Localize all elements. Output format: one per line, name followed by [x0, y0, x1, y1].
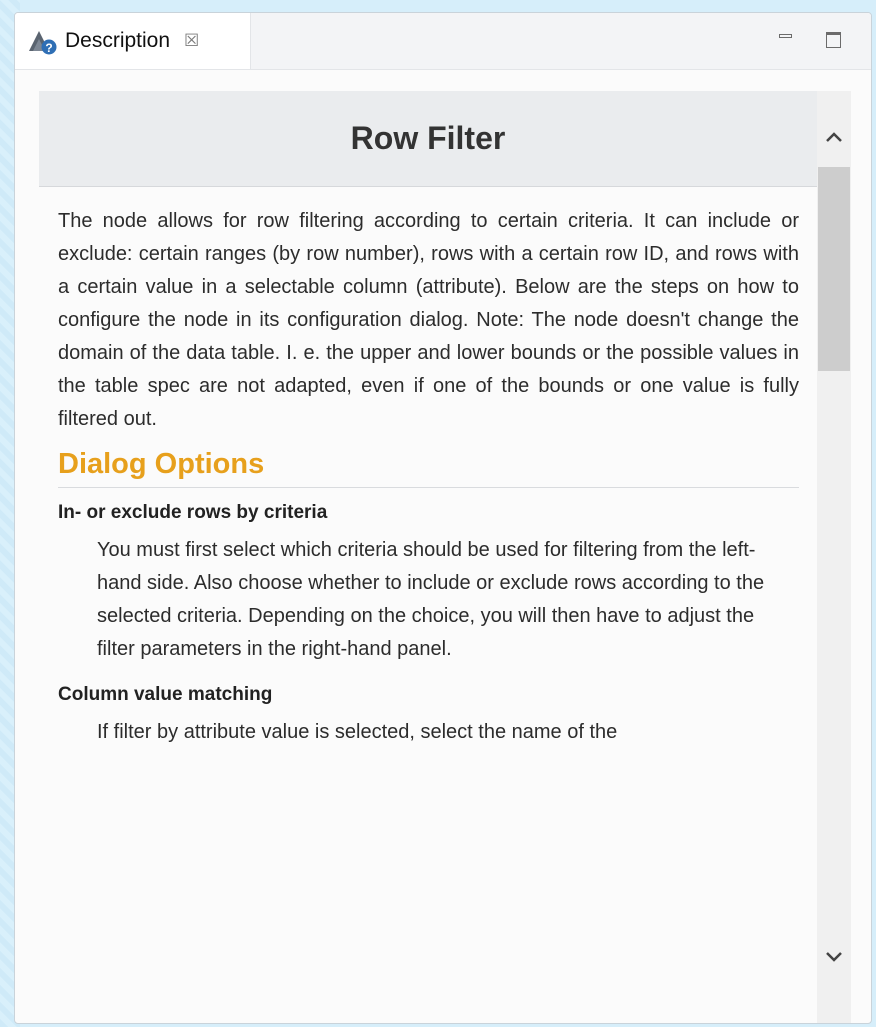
view-tab-bar: ? Description ☒ [15, 13, 871, 70]
option-description: You must first select which criteria sho… [97, 539, 765, 660]
tab-description[interactable]: ? Description ☒ [15, 13, 251, 69]
option-name: Column value matching [58, 684, 273, 705]
node-title: Row Filter [350, 120, 506, 156]
vertical-scrollbar[interactable] [817, 91, 851, 1023]
node-description: The node allows for row filtering accord… [58, 210, 799, 430]
svg-text:?: ? [45, 41, 52, 55]
node-title-header: Row Filter [39, 91, 817, 187]
option-name: In- or exclude rows by criteria [58, 502, 328, 523]
maximize-icon[interactable] [823, 29, 845, 51]
scroll-up-icon[interactable] [817, 117, 851, 157]
dialog-options-heading: Dialog Options [58, 448, 799, 488]
close-tab-icon[interactable]: ☒ [184, 31, 199, 51]
description-content: Row Filter The node allows for row filte… [39, 91, 817, 1023]
minimize-icon[interactable] [775, 29, 797, 51]
tab-label: Description [65, 29, 171, 52]
option-description: If filter by attribute value is selected… [97, 721, 618, 743]
scrollbar-thumb[interactable] [818, 167, 850, 371]
scroll-down-icon[interactable] [817, 937, 851, 977]
description-help-icon: ? [27, 27, 59, 55]
description-view: ? Description ☒ Row Filter The node allo… [14, 12, 872, 1024]
